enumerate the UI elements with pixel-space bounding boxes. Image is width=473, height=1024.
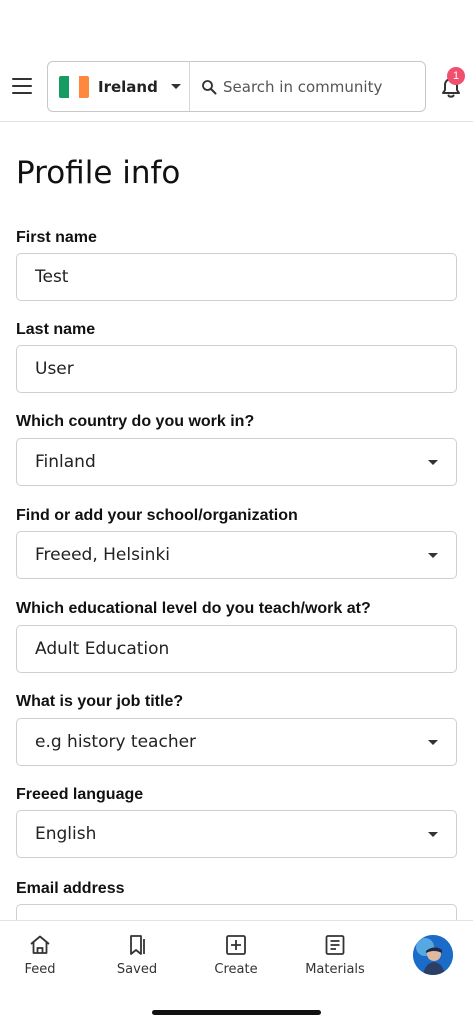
country-selector[interactable]: Ireland — [48, 62, 190, 111]
nav-create-label: Create — [214, 962, 258, 977]
plus-square-icon — [226, 935, 246, 955]
last-name-field[interactable]: User — [16, 345, 457, 393]
email-label: Email address — [16, 880, 125, 897]
avatar[interactable] — [413, 935, 453, 975]
language-label: Freeed language — [16, 786, 144, 803]
nav-feed[interactable]: Feed — [5, 933, 75, 977]
first-name-label: First name — [16, 229, 97, 246]
email-field[interactable] — [16, 904, 457, 920]
nav-create[interactable]: Create — [201, 933, 271, 977]
profile-form: Profile info First name Test Last name U… — [0, 123, 473, 920]
job-title-label: What is your job title? — [16, 693, 184, 710]
language-value: English — [35, 824, 97, 844]
level-field[interactable]: Adult Education — [16, 625, 457, 673]
country-name: Ireland — [98, 77, 158, 96]
country-search-bar: Ireland Search in community — [47, 61, 426, 112]
top-bar: Ireland Search in community 1 — [0, 0, 473, 122]
first-name-value: Test — [35, 267, 69, 287]
chevron-down-icon — [170, 84, 181, 89]
bookmark-icon — [130, 935, 145, 955]
country-select[interactable]: Finland — [16, 438, 457, 486]
job-title-select[interactable]: e.g history teacher — [16, 718, 457, 766]
last-name-label: Last name — [16, 321, 96, 338]
chevron-down-icon — [428, 832, 438, 837]
document-icon — [325, 935, 345, 955]
bottom-nav: Feed Saved Create Materials — [0, 920, 473, 1024]
country-value: Finland — [35, 452, 96, 472]
menu-icon[interactable] — [10, 74, 34, 98]
search-input[interactable]: Search in community — [190, 62, 425, 111]
language-select[interactable]: English — [16, 810, 457, 858]
school-select[interactable]: Freeed, Helsinki — [16, 531, 457, 579]
page-title: Profile info — [16, 155, 181, 191]
flag-icon — [59, 75, 89, 98]
first-name-field[interactable]: Test — [16, 253, 457, 301]
nav-materials[interactable]: Materials — [300, 933, 370, 977]
avatar-image — [413, 935, 453, 975]
nav-feed-label: Feed — [24, 962, 56, 977]
home-indicator — [152, 1010, 321, 1015]
nav-saved-label: Saved — [116, 962, 158, 977]
last-name-value: User — [35, 359, 74, 379]
school-value: Freeed, Helsinki — [35, 545, 171, 565]
job-title-placeholder: e.g history teacher — [35, 732, 197, 752]
search-placeholder: Search in community — [223, 77, 383, 96]
chevron-down-icon — [428, 740, 438, 745]
nav-materials-label: Materials — [305, 962, 365, 977]
home-icon — [30, 935, 50, 954]
notification-badge: 1 — [447, 67, 465, 85]
chevron-down-icon — [428, 460, 438, 465]
search-icon — [202, 79, 217, 94]
nav-saved[interactable]: Saved — [102, 933, 172, 977]
level-value: Adult Education — [35, 639, 170, 659]
level-label: Which educational level do you teach/wor… — [16, 600, 371, 617]
school-label: Find or add your school/organization — [16, 507, 298, 524]
country-label: Which country do you work in? — [16, 413, 255, 430]
chevron-down-icon — [428, 553, 438, 558]
